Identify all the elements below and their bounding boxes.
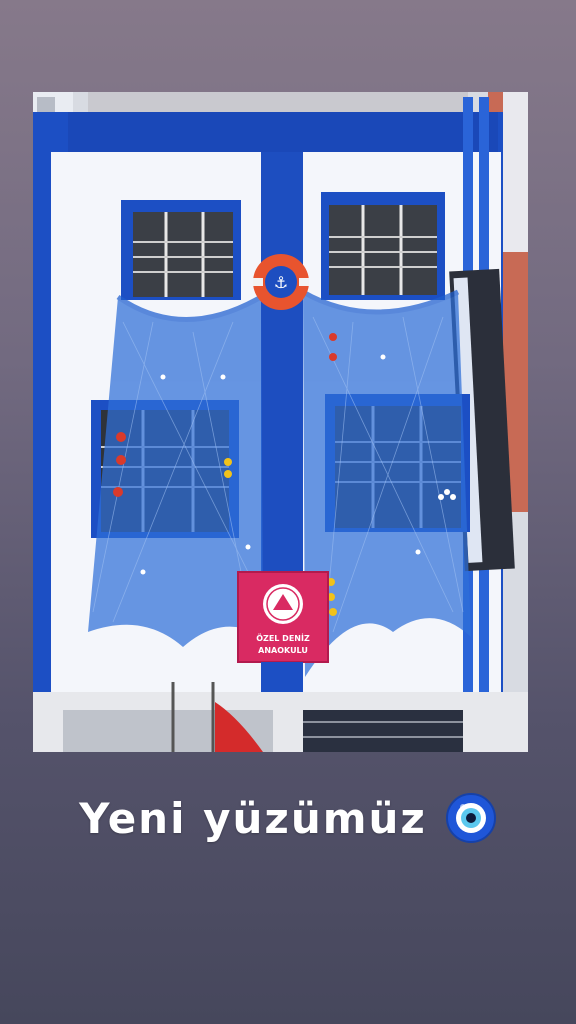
school-sign: ÖZEL DENİZ ANAOKULU	[237, 571, 329, 663]
story-photo: ⚓ ÖZEL DENİZ ANAOKULU	[33, 92, 528, 752]
window-upper-left	[121, 200, 241, 300]
building-photo: ⚓ ÖZEL DENİZ ANAOKULU	[33, 92, 528, 752]
caption-text: Yeni yüzümüz	[79, 793, 427, 843]
window-upper-right	[321, 192, 445, 300]
sign-line1: ÖZEL DENİZ	[256, 633, 310, 643]
svg-text:⚓: ⚓	[274, 273, 288, 292]
fishing-net-left	[88, 294, 263, 647]
sign-line2: ANAOKULU	[258, 646, 308, 655]
lifebuoy-icon: ⚓	[253, 254, 309, 310]
story-caption: Yeni yüzümüz	[0, 788, 576, 848]
nazar-evil-eye-icon	[445, 793, 496, 843]
